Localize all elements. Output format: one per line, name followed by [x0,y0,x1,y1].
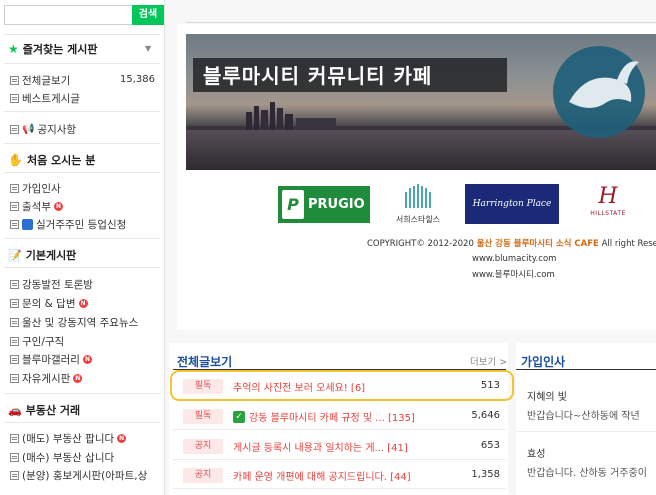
first-visit-header: ✋ 처음 오시는 분 [8,153,96,167]
divider [186,22,656,23]
board-icon [10,471,19,480]
hillstate-mark-icon: H [598,184,618,209]
sidebar-item-debate[interactable]: 강동발전 토론방 [10,277,93,292]
real-estate-header: 🚗 부동산 거래 [8,403,81,418]
divider [4,238,160,239]
post-title[interactable]: 게시글 등록시 내용과 일치하는 게... [41] [233,439,408,454]
sidebar-item-buy[interactable]: (매수) 부동산 삽니다 [10,450,114,465]
new-badge: N [82,355,92,364]
new-badge: N [117,434,127,443]
notice-tag: 공지 [183,439,223,454]
greeting-author[interactable]: 지혜의 빛 [527,388,567,403]
sidebar-item-greetings[interactable]: 가입인사 [10,181,61,196]
must-read-tag: 필독 [183,409,223,424]
sidebar-item-all-posts[interactable]: 전체글보기 [10,73,70,88]
divider [4,172,160,173]
divider [516,369,656,370]
greeting-author[interactable]: 효성 [527,445,545,460]
car-icon: 🚗 [8,403,22,417]
divider [4,63,160,64]
new-badge: N [53,202,63,211]
divider [516,431,656,432]
sidebar-item-resident-upgrade[interactable]: 실거주주민 등업신청 [10,217,126,232]
cafe-name: 울산 강동 블루마시티 소식 CAFE [476,239,599,249]
sidebar-item-free-board[interactable]: 자유게시판 N [10,371,83,386]
view-count: 1,358 [471,469,500,480]
board-icon [10,337,19,346]
board-icon [10,299,19,308]
board-icon [10,434,19,443]
divider [4,422,160,423]
favorites-header[interactable]: ★ 즐겨찾는 게시판 [8,41,97,57]
board-title[interactable]: 전체글보기 [177,353,232,370]
hillstate-logo[interactable]: H HILLSTATE [582,184,634,226]
view-count: 5,646 [471,410,500,421]
image-icon [10,355,19,364]
star-icon: ★ [8,42,19,56]
board-icon [10,453,19,462]
board-icon [10,318,19,327]
megaphone-icon: 📢 [22,124,35,135]
more-link[interactable]: 더보기 > [470,354,507,368]
copyright-text: COPYRIGHT© 2012-2020 울산 강동 블루마시티 소식 CAFE… [367,239,656,249]
board-icon [10,184,19,193]
search-button[interactable]: 검색 [132,5,164,25]
sidebar-item-presale[interactable]: (분양) 홍보게시판(아파트,상 [10,468,147,483]
sidebar-item-best-posts[interactable]: 베스트게시글 [10,91,80,106]
banner-title: 블루마시티 커뮤니티 카페 [203,64,433,88]
divider [4,111,160,112]
notepad-icon: 📝 [8,248,22,262]
sidebar: 검색 ★ 즐겨찾는 게시판 ▼ 전체글보기 15,386 베스트게시글 📢 공지… [0,0,165,495]
basic-boards-header: 📝 기본게시판 [8,248,77,263]
prugio-mark-icon: P [282,190,304,219]
greeting-message[interactable]: 반갑습니다~산하동에 작년 [527,407,640,422]
sidebar-item-attendance[interactable]: 출석부 N [10,199,63,214]
board-icon [10,125,19,134]
form-icon [22,219,33,230]
board-icon [10,374,19,383]
new-badge: N [73,374,83,383]
sidebar-item-qna[interactable]: 문의 & 답변 N [10,296,88,311]
table-row[interactable]: 공지 카페 운영 개편에 대해 공지드립니다. [44] 1,358 [173,461,506,489]
search-bar: 검색 [4,5,164,25]
divider [4,267,160,268]
post-title[interactable]: ✓ 강동 블루마시티 카페 규정 및 ... [135] [233,409,415,424]
hand-icon: ✋ [8,153,23,167]
harrington-logo[interactable]: Harrington Place [465,184,559,224]
greeting-message[interactable]: 반갑습니다. 산하동 거주중이 [527,464,647,479]
highlight-frame [170,370,514,401]
sidebar-item-gallery[interactable]: 블루마갤러리 N [10,352,92,367]
seohee-logo[interactable]: 서희스타힐스 [378,184,458,226]
greetings-title[interactable]: 가입인사 [521,353,565,370]
seohee-mark-icon [405,184,431,208]
board-icon [10,76,19,85]
board-icon [10,94,19,103]
pencil-icon [10,202,19,211]
check-icon: ✓ [233,410,245,423]
post-title[interactable]: 카페 운영 개편에 대해 공지드립니다. [44] [233,468,411,483]
favorites-title: 즐겨찾는 게시판 [22,43,98,56]
divider [4,34,160,35]
search-input[interactable] [4,5,132,25]
chevron-down-icon[interactable]: ▼ [145,44,151,53]
view-count: 653 [480,440,500,451]
sidebar-item-notice[interactable]: 📢 공지사항 [10,122,76,137]
url-en[interactable]: www.blumacity.com [472,254,556,264]
table-row[interactable]: 공지 게시글 등록시 내용과 일치하는 게... [41] 653 [173,432,506,460]
sidebar-item-sell[interactable]: (매도) 부동산 팝니다 N [10,431,127,446]
board-icon [10,280,19,289]
board-icon [10,220,19,229]
all-posts-count: 15,386 [120,74,155,85]
notice-tag: 공지 [183,468,223,483]
table-row[interactable]: 필독 ✓ 강동 블루마시티 카페 규정 및 ... [135] 5,646 [173,402,506,430]
prugio-logo[interactable]: P PRUGIO [278,186,370,223]
url-ko[interactable]: www.블루마시티.com [472,268,555,280]
whale-logo [553,46,645,138]
sidebar-item-news[interactable]: 울산 및 강동지역 주요뉴스 [10,315,138,330]
sidebar-item-jobs[interactable]: 구인/구직 [10,334,64,349]
divider [4,143,160,144]
new-badge: N [78,299,88,308]
divider [4,393,160,394]
